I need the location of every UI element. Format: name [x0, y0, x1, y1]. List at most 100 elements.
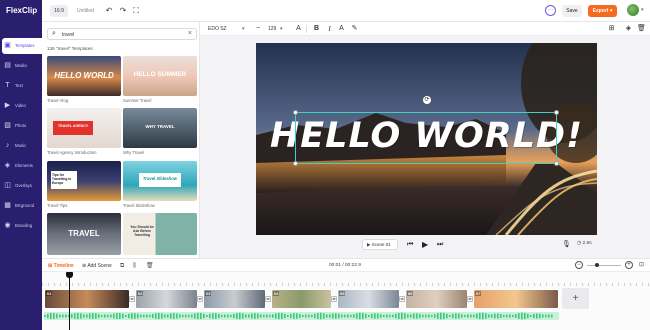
zoom-in-icon[interactable]: +	[625, 261, 633, 269]
template-thumbnail[interactable]: Tips for Travelling in Europe	[47, 161, 121, 201]
app-logo[interactable]: FlexClip	[4, 4, 42, 18]
template-thumbnail[interactable]: TRAVEL	[47, 213, 121, 255]
redo-icon[interactable]: ↷	[118, 6, 128, 16]
template-thumbnail[interactable]: You Should be Ask Before Travelling	[123, 213, 197, 255]
template-title: Travel Tips	[47, 203, 68, 208]
text-selection-box[interactable]	[295, 112, 557, 164]
template-title: Travel Agency Introduction	[47, 150, 97, 155]
search-icon: ⌕	[52, 30, 56, 37]
scene-duration[interactable]: ◷ 2.9s	[577, 241, 592, 246]
play-icon[interactable]: ▶	[422, 239, 428, 250]
nav-item-text[interactable]: T Text	[0, 78, 42, 94]
avatar[interactable]	[627, 4, 639, 16]
timeline-clip[interactable]: 03	[203, 289, 266, 309]
project-title[interactable]: Untitled	[77, 5, 94, 17]
font-style-icon[interactable]: A	[294, 24, 303, 34]
play-scene-button[interactable]: ▶ Scene 01	[362, 239, 398, 250]
templates-panel: ⌕ travel × 136 "travel" Templates HELLO …	[42, 22, 200, 258]
resize-handle[interactable]	[554, 161, 559, 166]
timeline-clip[interactable]: 05	[337, 289, 400, 309]
resize-handle[interactable]	[293, 161, 298, 166]
template-thumbnail[interactable]: HELLO SUMMER	[123, 56, 197, 96]
add-clip-button[interactable]: +	[562, 288, 589, 309]
fullscreen-icon[interactable]: ⛶	[131, 6, 141, 16]
font-size-decrease-icon[interactable]: −	[256, 24, 260, 34]
template-thumbnail[interactable]: WHY TRAVEL	[123, 108, 197, 148]
nav-item-music[interactable]: ♪ Music	[0, 138, 42, 154]
highlight-icon[interactable]: ✎	[350, 24, 359, 34]
layers-icon[interactable]: ◈	[624, 24, 633, 34]
add-scene-label: Add Scene	[87, 263, 112, 269]
elements-icon: ◈	[4, 162, 11, 169]
media-icon: ▤	[4, 62, 11, 69]
zoom-slider[interactable]	[587, 265, 621, 266]
photo-icon: ▧	[4, 122, 11, 129]
timeline-clip[interactable]: 02	[135, 289, 198, 309]
zoom-slider-knob[interactable]	[595, 263, 600, 267]
nav-label: Templates	[15, 43, 35, 48]
fit-timeline-icon[interactable]: ⊡	[639, 261, 644, 270]
undo-icon[interactable]: ↶	[104, 6, 114, 16]
delete-icon[interactable]: 🗑	[146, 262, 154, 270]
nav-item-video[interactable]: ▶ Video	[0, 98, 42, 114]
timeline-clip[interactable]: 06	[405, 289, 468, 309]
nav-item-media[interactable]: ▤ Media	[0, 58, 42, 74]
save-button[interactable]: Save	[562, 5, 582, 17]
timeline-button[interactable]: ⊞ Timeline	[48, 262, 74, 270]
grid-icon[interactable]: ⊞	[607, 24, 616, 34]
timeline-clip[interactable]: 04	[271, 289, 332, 309]
italic-icon[interactable]: I	[325, 24, 334, 34]
template-overlay-text: HELLO SUMMER	[133, 71, 187, 78]
divider	[306, 25, 307, 33]
audio-waveform[interactable]	[44, 312, 559, 320]
bold-icon[interactable]: B	[312, 24, 321, 34]
add-scene-button[interactable]: ⊕ Add Scene	[82, 262, 112, 270]
playhead[interactable]	[69, 272, 70, 330]
template-overlay-text: HELLO WORLD	[54, 71, 114, 80]
previous-icon[interactable]: ⏮	[407, 239, 413, 250]
microphone-icon[interactable]: 🎙	[562, 239, 571, 250]
template-overlay-text: Travel Slideshow	[142, 176, 178, 181]
text-color-icon[interactable]: A	[337, 24, 346, 34]
duration-value: 2.9s	[582, 241, 592, 246]
video-icon: ▶	[4, 102, 11, 109]
nav-label: Overlays	[15, 183, 32, 188]
font-size-value[interactable]: 129	[268, 24, 276, 34]
aspect-ratio-button[interactable]: 16:9	[50, 5, 68, 17]
nav-item-templates[interactable]: ▣ Templates	[2, 38, 42, 54]
clip-number: 04	[273, 291, 280, 296]
resize-handle[interactable]	[293, 110, 298, 115]
nav-item-background[interactable]: ▦ BKground	[0, 198, 42, 214]
scene-label: Scene 01	[371, 242, 391, 247]
template-thumbnail[interactable]: Travel Slideshow	[123, 161, 197, 201]
split-icon[interactable]: ⫼	[133, 262, 136, 270]
clear-icon[interactable]: ×	[188, 30, 192, 37]
timeline-clip[interactable]: 01	[44, 289, 130, 309]
nav-item-photo[interactable]: ▧ Photo	[0, 118, 42, 134]
video-canvas[interactable]: HELLO WORLD! ⟳	[256, 43, 597, 235]
timecode: 00:01 / 00:22.9	[329, 263, 362, 268]
playhead-handle[interactable]	[66, 272, 73, 278]
chat-icon[interactable]: ···	[545, 5, 556, 16]
next-icon[interactable]: ⏭	[437, 239, 443, 250]
chevron-down-icon[interactable]: ▾	[280, 24, 283, 34]
duplicate-icon[interactable]: ⧉	[120, 262, 124, 270]
zoom-out-icon[interactable]: −	[575, 261, 583, 269]
export-button[interactable]: Export ▾	[588, 5, 617, 17]
rotate-icon[interactable]: ⟳	[423, 96, 431, 104]
branding-icon: ◉	[4, 222, 11, 229]
timeline-ruler[interactable]	[42, 272, 650, 286]
delete-icon[interactable]: 🗑	[637, 24, 646, 34]
template-overlay-text: TRAVEL	[68, 229, 100, 238]
template-thumbnail[interactable]: HELLO WORLD	[47, 56, 121, 96]
nav-item-elements[interactable]: ◈ Elements	[0, 158, 42, 174]
template-search-input[interactable]: ⌕ travel ×	[47, 28, 197, 40]
nav-item-overlays[interactable]: ◫ Overlays	[0, 178, 42, 194]
template-thumbnail[interactable]: TRAVEL AGENCY	[47, 108, 121, 148]
nav-label: Video	[15, 103, 26, 108]
chevron-down-icon[interactable]: ▾	[641, 7, 644, 13]
nav-item-branding[interactable]: ◉ Branding	[0, 218, 42, 234]
chevron-down-icon[interactable]: ▾	[242, 24, 245, 34]
timeline-clip[interactable]: 07	[473, 289, 559, 309]
resize-handle[interactable]	[554, 110, 559, 115]
